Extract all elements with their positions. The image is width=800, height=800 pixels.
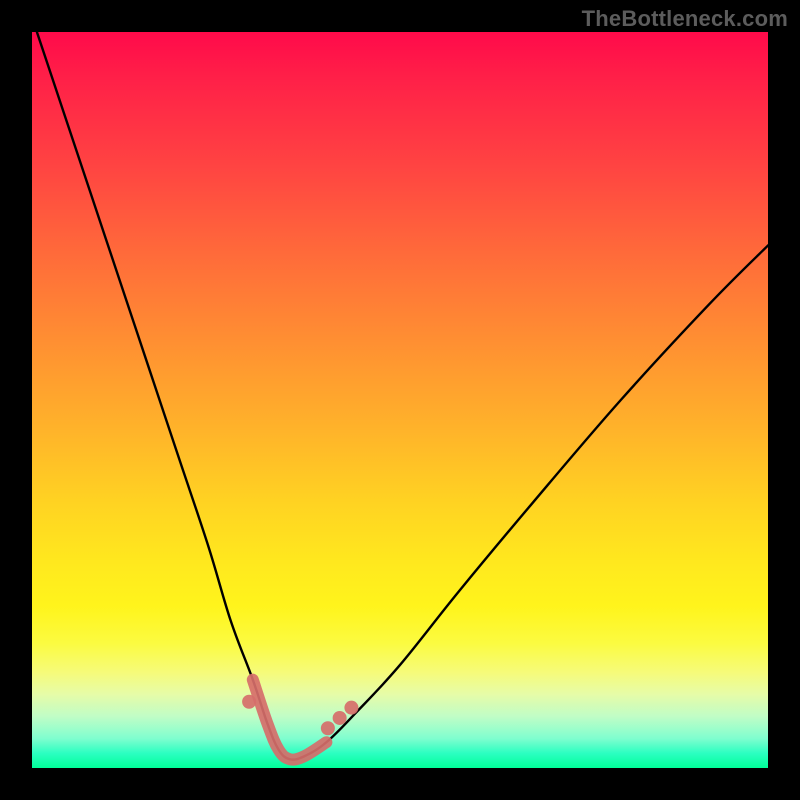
chart-svg xyxy=(32,32,768,768)
plot-area xyxy=(32,32,768,768)
watermark-label: TheBottleneck.com xyxy=(582,6,788,32)
trough-highlight xyxy=(253,680,327,760)
marker-dot xyxy=(333,711,347,725)
marker-dot xyxy=(344,701,358,715)
chart-frame: TheBottleneck.com xyxy=(0,0,800,800)
marker-dot xyxy=(321,721,335,735)
bottleneck-curve xyxy=(32,32,768,760)
marker-dot xyxy=(242,695,256,709)
